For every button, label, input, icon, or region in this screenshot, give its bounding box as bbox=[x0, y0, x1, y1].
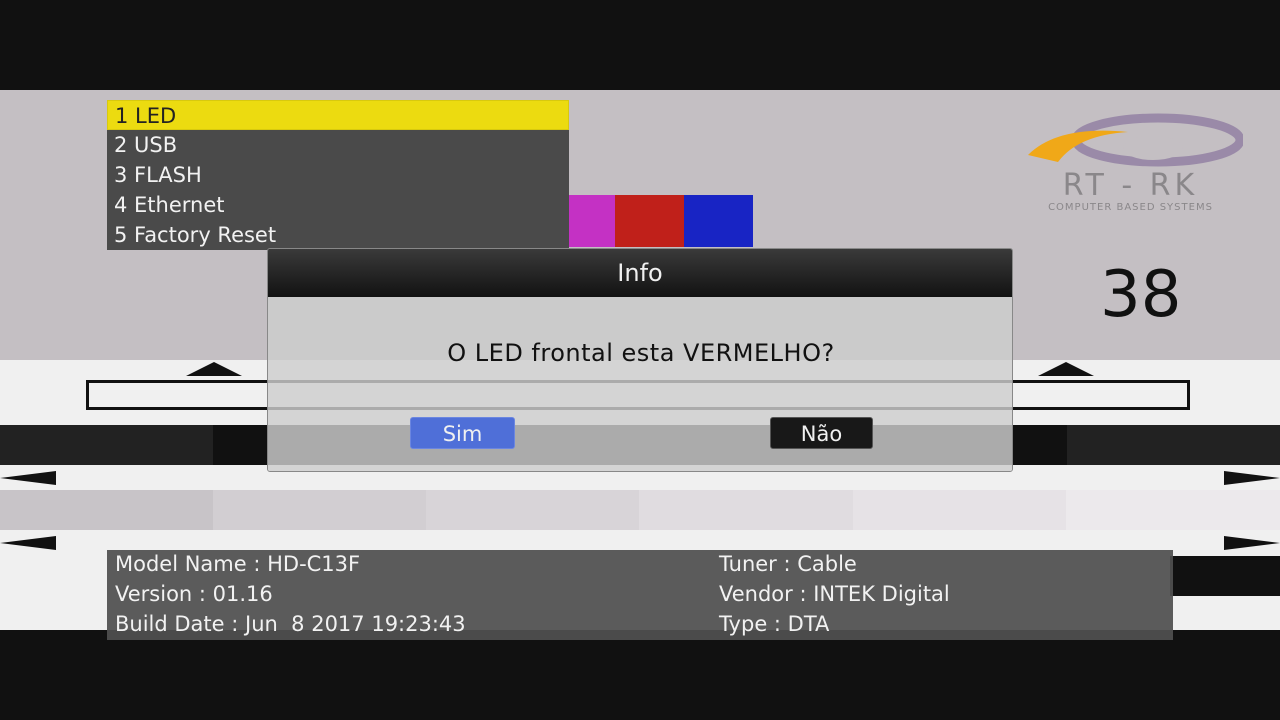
color-bar-red bbox=[615, 195, 684, 247]
pattern-grey-step-6 bbox=[1066, 490, 1280, 530]
logo-swoosh-icon bbox=[1028, 113, 1245, 167]
menu-item-ethernet[interactable]: 4 Ethernet bbox=[107, 190, 569, 220]
menu-item-flash[interactable]: 3 FLASH bbox=[107, 160, 569, 190]
pattern-grey-step-3 bbox=[426, 490, 639, 530]
device-info-panel: Model Name : HD-C13F Version : 01.16 Bui… bbox=[107, 550, 1173, 640]
pattern-grey-step-5 bbox=[853, 490, 1066, 530]
logo-subtitle: COMPUTER BASED SYSTEMS bbox=[1048, 202, 1213, 213]
channel-number: 38 bbox=[1100, 258, 1182, 332]
yes-button[interactable]: Sim bbox=[410, 417, 515, 449]
color-bar-magenta bbox=[569, 195, 615, 247]
vendor: Vendor : INTEK Digital bbox=[719, 582, 950, 606]
tuner: Tuner : Cable bbox=[719, 552, 857, 576]
pattern-arrow-up-right bbox=[1038, 362, 1094, 376]
pattern-arrow-right-lower bbox=[1224, 536, 1280, 550]
pattern-arrow-left-upper bbox=[0, 471, 56, 485]
build-date: Build Date : Jun 8 2017 19:23:43 bbox=[115, 612, 466, 636]
letterbox-top bbox=[0, 0, 1280, 90]
type: Type : DTA bbox=[719, 612, 830, 636]
dialog-body: O LED frontal esta VERMELHO? Sim Não bbox=[268, 297, 1012, 471]
info-dialog: Info O LED frontal esta VERMELHO? Sim Nã… bbox=[267, 248, 1013, 472]
letterbox-bottom bbox=[0, 630, 1280, 720]
menu-item-usb[interactable]: 2 USB bbox=[107, 130, 569, 160]
color-bar-blue bbox=[684, 195, 753, 247]
logo-text: RT - RK bbox=[1062, 168, 1199, 203]
pattern-arrow-right-upper bbox=[1224, 471, 1280, 485]
dialog-message: O LED frontal esta VERMELHO? bbox=[447, 339, 835, 367]
dialog-title: Info bbox=[268, 249, 1012, 297]
menu-item-factory-reset[interactable]: 5 Factory Reset bbox=[107, 220, 569, 250]
pattern-grey-step-4 bbox=[639, 490, 853, 530]
test-menu: 1 LED 2 USB 3 FLASH 4 Ethernet 5 Factory… bbox=[107, 100, 569, 250]
menu-item-led[interactable]: 1 LED bbox=[107, 100, 569, 130]
pattern-grey-step-2 bbox=[213, 490, 426, 530]
model-name: Model Name : HD-C13F bbox=[115, 552, 361, 576]
pattern-arrow-up-left bbox=[186, 362, 242, 376]
pattern-arrow-left-lower bbox=[0, 536, 56, 550]
no-button[interactable]: Não bbox=[770, 417, 873, 449]
pattern-black-block bbox=[1170, 556, 1280, 596]
version: Version : 01.16 bbox=[115, 582, 273, 606]
rt-rk-logo: RT - RK COMPUTER BASED SYSTEMS bbox=[1018, 110, 1245, 215]
pattern-grey-step-1 bbox=[0, 490, 213, 530]
